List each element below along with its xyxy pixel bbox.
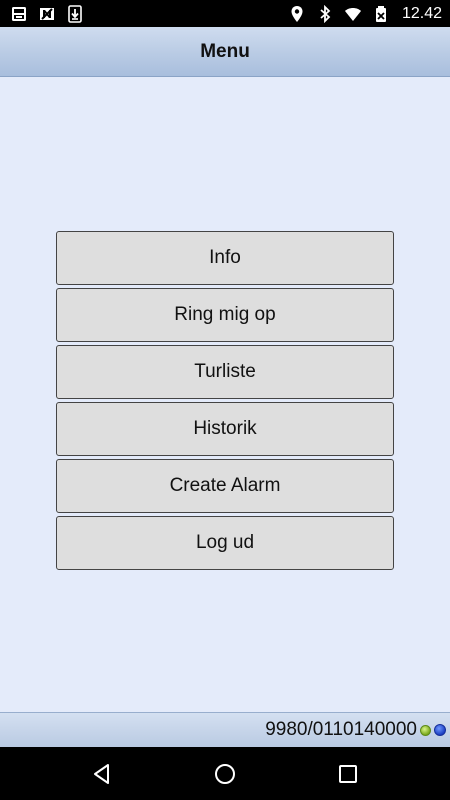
log-out-button[interactable]: Log ud [56,516,394,570]
navigation-bar [0,747,450,800]
page-title: Menu [200,40,250,62]
no-battery-icon [372,5,390,23]
status-green-dot-icon [420,724,431,736]
bluetooth-icon [316,4,334,23]
no-sim-icon [38,5,56,23]
info-button[interactable]: Info [56,231,394,285]
sd-card-icon [10,5,28,23]
main-menu: Info Ring mig op Turliste Historik Creat… [56,231,394,570]
history-button[interactable]: Historik [56,402,394,456]
back-icon[interactable] [78,750,126,798]
title-bar: Menu [0,27,450,77]
app-screen: Menu Info Ring mig op Turliste Historik … [0,27,450,747]
status-bar: 12.42 [0,0,450,27]
trip-list-button[interactable]: Turliste [56,345,394,399]
recents-icon[interactable] [324,750,372,798]
status-right: 12.42 [288,4,442,23]
create-alarm-button[interactable]: Create Alarm [56,459,394,513]
home-icon[interactable] [201,750,249,798]
wifi-icon [344,5,362,23]
footer-bar: 9980/0110140000 [0,712,450,747]
call-me-button[interactable]: Ring mig op [56,288,394,342]
status-left [10,4,84,23]
status-blue-dot-icon [434,724,446,736]
download-icon [66,4,84,23]
device-id: 9980/0110140000 [265,719,417,740]
location-icon [288,5,306,23]
status-time: 12.42 [401,4,442,22]
